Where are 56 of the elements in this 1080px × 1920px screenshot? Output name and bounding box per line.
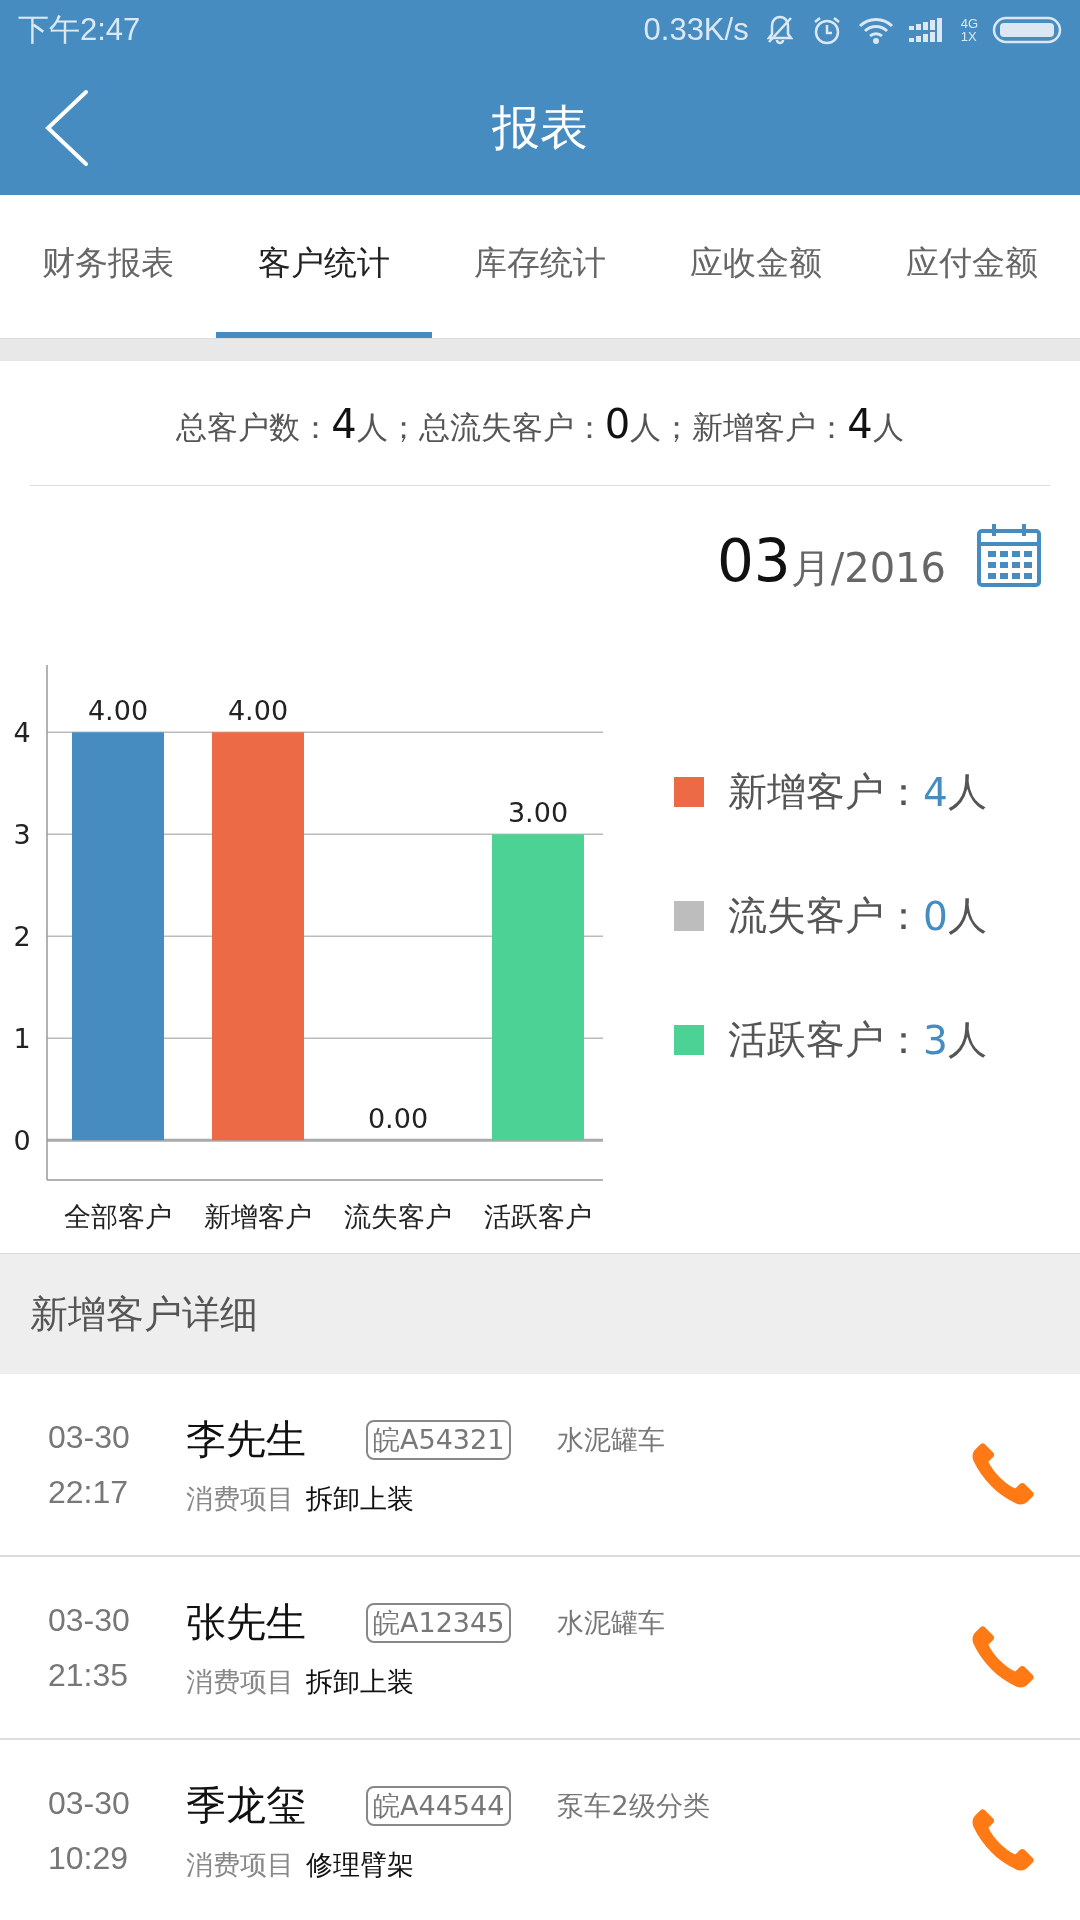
- battery-icon: [992, 16, 1062, 44]
- network-speed: 0.33K/s: [643, 12, 749, 48]
- date-text: 03-30: [48, 1784, 131, 1822]
- vehicle-type: 水泥罐车: [557, 1605, 666, 1640]
- status-time: 下午2:47: [18, 11, 141, 49]
- legend-value: 4: [923, 769, 948, 815]
- date-text: 03-30: [48, 1418, 131, 1456]
- customer-name: 李先生: [186, 1415, 307, 1464]
- legend-value: 0: [923, 893, 948, 939]
- section-header: 新增客户详细: [0, 1253, 1080, 1374]
- category-label: 活跃客户: [484, 1201, 592, 1232]
- date-text: 03-30: [48, 1601, 131, 1639]
- legend-value: 3: [923, 1017, 948, 1063]
- legend-label: 新增客户：: [728, 768, 923, 816]
- customer-name: 张先生: [186, 1598, 307, 1647]
- vehicle-type: 水泥罐车: [557, 1422, 666, 1457]
- back-button[interactable]: [44, 88, 90, 168]
- plate-tag: 皖A54321: [366, 1419, 512, 1460]
- y-tick-label: 2: [13, 921, 31, 953]
- time-text: 10:29: [48, 1839, 130, 1877]
- plate-tag: 皖A12345: [366, 1602, 512, 1643]
- month-text: 03: [716, 532, 791, 590]
- legend-unit: 人: [947, 768, 987, 816]
- value-label: 4.00: [227, 695, 289, 727]
- year-text: 月/2016: [790, 546, 946, 590]
- network-type: 1X: [960, 30, 978, 43]
- legend-unit: 人: [947, 1016, 987, 1064]
- item-value: 拆卸上装: [306, 1482, 414, 1516]
- y-tick-label: 4: [13, 717, 31, 749]
- plate-tag: 皖A44544: [366, 1785, 512, 1826]
- y-tick-label: 0: [13, 1125, 31, 1157]
- time-text: 22:17: [48, 1473, 130, 1511]
- time-text: 21:35: [48, 1656, 130, 1694]
- legend-unit: 人: [947, 892, 987, 940]
- customer-summary: 总客户数：4人；总流失客户：0人；新增客户：4人: [175, 400, 905, 449]
- customer-name: 季龙玺: [186, 1781, 307, 1830]
- legend-label: 流失客户：: [728, 892, 923, 940]
- legend-label: 活跃客户：: [728, 1016, 923, 1064]
- y-tick-label: 1: [13, 1023, 31, 1055]
- category-label: 全部客户: [64, 1201, 172, 1232]
- network-type: 4G: [960, 17, 978, 30]
- vehicle-type: 泵车2级分类: [557, 1788, 710, 1823]
- value-label: 0.00: [367, 1103, 429, 1135]
- item-value: 修理臂架: [306, 1848, 414, 1882]
- wifi-icon: [856, 15, 895, 45]
- page-title: 报表: [492, 97, 588, 157]
- category-label: 流失客户: [344, 1201, 452, 1232]
- item-value: 拆卸上装: [306, 1665, 414, 1699]
- item-label: 消费项目: [186, 1665, 294, 1699]
- y-tick-label: 3: [13, 819, 31, 851]
- category-label: 新增客户: [204, 1201, 312, 1232]
- calendar-icon[interactable]: [976, 522, 1042, 588]
- value-label: 4.00: [87, 695, 149, 727]
- item-label: 消费项目: [186, 1848, 294, 1882]
- item-label: 消费项目: [186, 1482, 294, 1516]
- value-label: 3.00: [507, 797, 569, 829]
